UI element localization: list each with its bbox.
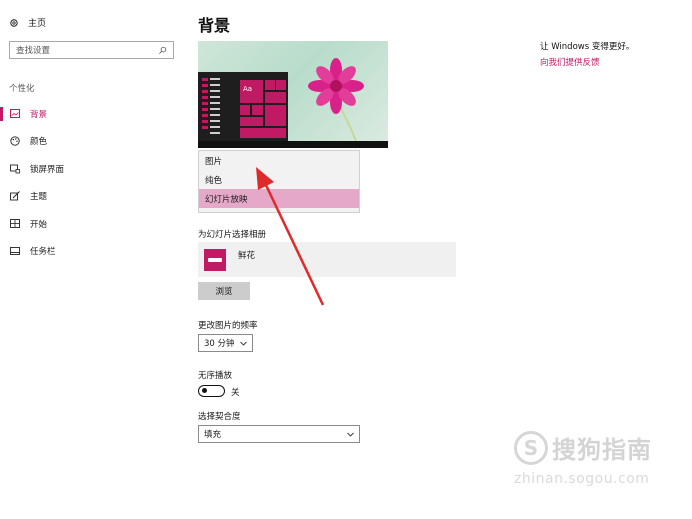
sidebar: 主页 查找设置 个性化 背景 颜色 锁屏界面 主题 开始 任务栏 xyxy=(0,0,185,519)
page-title: 背景 xyxy=(198,16,231,35)
palette-icon xyxy=(10,136,20,146)
sidebar-item-themes[interactable]: 主题 xyxy=(0,183,185,211)
frequency-label: 更改图片的频率 xyxy=(198,321,258,331)
sogou-logo-icon: S xyxy=(514,430,548,465)
sidebar-item-label: 任务栏 xyxy=(30,247,56,258)
feedback-title: 让 Windows 变得更好。 xyxy=(540,42,635,52)
brush-icon xyxy=(10,191,20,201)
picture-icon xyxy=(10,109,20,119)
frequency-value: 30 分钟 xyxy=(204,339,235,349)
section-label: 个性化 xyxy=(9,84,35,94)
sidebar-item-label: 颜色 xyxy=(30,137,48,148)
album-item[interactable]: 鲜花 xyxy=(198,242,456,277)
search-placeholder: 查找设置 xyxy=(16,46,51,56)
feedback-link[interactable]: 向我们提供反馈 xyxy=(540,56,600,68)
sidebar-item-label: 开始 xyxy=(30,219,48,230)
dropdown-option-picture[interactable]: 图片 xyxy=(199,151,359,170)
sidebar-item-label: 背景 xyxy=(30,109,48,120)
fit-label: 选择契合度 xyxy=(198,412,241,422)
home-label: 主页 xyxy=(28,19,47,29)
taskbar-preview xyxy=(198,141,388,148)
fit-select[interactable]: 填充 xyxy=(198,425,360,443)
shuffle-state: 关 xyxy=(231,388,240,398)
dropdown-option-solid-color[interactable]: 纯色 xyxy=(199,170,359,189)
taskbar-icon xyxy=(10,246,20,256)
sidebar-item-start[interactable]: 开始 xyxy=(0,210,185,238)
background-type-dropdown[interactable]: 图片 纯色 幻灯片放映 xyxy=(198,150,360,213)
watermark: S 搜狗指南 zhinan.sogou.com xyxy=(514,430,674,500)
sidebar-item-lock-screen[interactable]: 锁屏界面 xyxy=(0,155,185,183)
gear-icon xyxy=(10,18,18,27)
sidebar-item-colors[interactable]: 颜色 xyxy=(0,128,185,156)
album-label: 为幻灯片选择相册 xyxy=(198,230,267,240)
shuffle-label: 无序播放 xyxy=(198,371,233,381)
search-icon xyxy=(159,46,167,54)
tile-text: Aa xyxy=(243,85,253,93)
lock-screen-icon xyxy=(10,164,20,174)
home-link[interactable]: 主页 xyxy=(9,16,46,29)
sidebar-nav: 背景 颜色 锁屏界面 主题 开始 任务栏 xyxy=(0,100,185,265)
sidebar-item-label: 锁屏界面 xyxy=(30,164,65,175)
fit-value: 填充 xyxy=(204,430,222,440)
chevron-down-icon xyxy=(347,432,354,437)
start-menu-preview: Aa xyxy=(198,72,288,141)
album-name: 鲜花 xyxy=(238,250,256,261)
watermark-url: zhinan.sogou.com xyxy=(514,471,650,487)
background-preview: Aa xyxy=(198,41,388,148)
dropdown-option-slideshow[interactable]: 幻灯片放映 xyxy=(199,189,359,208)
start-grid-icon xyxy=(10,219,20,229)
album-icon xyxy=(204,248,226,271)
frequency-select[interactable]: 30 分钟 xyxy=(198,334,253,352)
chevron-down-icon xyxy=(240,341,247,346)
browse-button[interactable]: 浏览 xyxy=(198,282,250,300)
sidebar-item-background[interactable]: 背景 xyxy=(0,100,185,128)
watermark-text: 搜狗指南 xyxy=(552,436,652,464)
search-input[interactable]: 查找设置 xyxy=(9,41,174,59)
sidebar-item-label: 主题 xyxy=(30,192,48,203)
sidebar-item-taskbar[interactable]: 任务栏 xyxy=(0,238,185,266)
shuffle-toggle[interactable] xyxy=(198,385,225,397)
tile-grid: Aa xyxy=(240,80,286,138)
